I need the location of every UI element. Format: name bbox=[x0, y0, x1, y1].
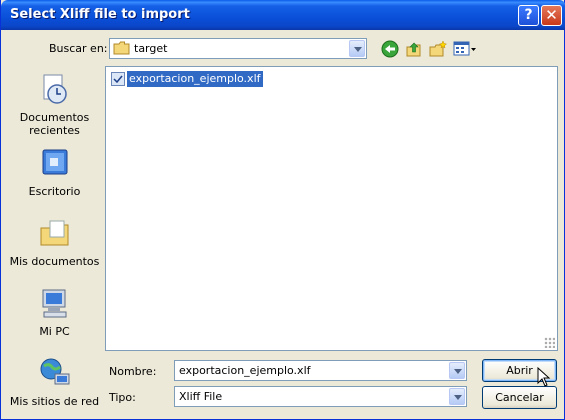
place-my-documents-label: Mis documentos bbox=[9, 255, 100, 268]
place-recent-documents[interactable]: Documentos recientes bbox=[9, 72, 100, 137]
network-places-icon bbox=[40, 358, 69, 385]
file-icon bbox=[111, 72, 125, 86]
back-icon[interactable] bbox=[381, 40, 399, 58]
place-recent-documents-label: Documentos recientes bbox=[19, 111, 90, 137]
filename-value: exportacion_ejemplo.xlf bbox=[179, 364, 311, 377]
recent-documents-icon bbox=[43, 74, 67, 104]
filename-dropdown-button[interactable] bbox=[449, 362, 465, 379]
my-computer-icon bbox=[42, 289, 66, 318]
file-name: exportacion_ejemplo.xlf bbox=[127, 71, 263, 87]
filename-field[interactable]: exportacion_ejemplo.xlf bbox=[174, 360, 467, 381]
lookin-dropdown-button[interactable] bbox=[349, 40, 365, 57]
place-desktop[interactable]: Escritorio bbox=[9, 146, 100, 198]
window-title: Select Xliff file to import bbox=[10, 7, 190, 22]
folder-icon bbox=[113, 41, 130, 55]
place-network-places[interactable]: Mis sitios de red bbox=[9, 356, 100, 408]
view-menu-icon[interactable] bbox=[453, 40, 477, 58]
place-my-computer-label: Mi PC bbox=[39, 325, 70, 338]
filetype-dropdown-button[interactable] bbox=[449, 388, 465, 405]
place-network-places-label: Mis sitios de red bbox=[9, 395, 100, 408]
close-button[interactable]: ✕ bbox=[541, 5, 562, 26]
my-documents-icon bbox=[40, 220, 68, 246]
up-folder-icon[interactable] bbox=[405, 40, 423, 58]
file-dialog-window: Select Xliff file to import ? ✕ Buscar e… bbox=[0, 0, 565, 420]
file-list[interactable]: exportacion_ejemplo.xlf bbox=[105, 66, 558, 351]
filetype-label: Tipo: bbox=[109, 391, 136, 404]
lookin-combo[interactable]: target bbox=[109, 38, 367, 59]
resize-grip[interactable] bbox=[544, 337, 555, 348]
place-desktop-label: Escritorio bbox=[28, 185, 81, 198]
cancel-button[interactable]: Cancelar bbox=[482, 386, 557, 409]
new-folder-icon[interactable] bbox=[429, 40, 447, 58]
filetype-value: Xliff File bbox=[179, 390, 223, 403]
place-my-documents[interactable]: Mis documentos bbox=[9, 216, 100, 268]
lookin-value: target bbox=[134, 42, 168, 55]
filetype-select[interactable]: Xliff File bbox=[174, 386, 467, 407]
help-button[interactable]: ? bbox=[518, 5, 539, 26]
lookin-label: Buscar en: bbox=[49, 42, 108, 55]
filename-label: Nombre: bbox=[109, 365, 157, 378]
place-my-computer[interactable]: Mi PC bbox=[9, 286, 100, 338]
title-bar[interactable]: Select Xliff file to import ? ✕ bbox=[1, 0, 565, 30]
mouse-cursor-icon bbox=[537, 367, 551, 387]
desktop-icon bbox=[42, 149, 67, 175]
places-bar: Documentos recientes Escritorio Mis docu… bbox=[9, 66, 100, 412]
